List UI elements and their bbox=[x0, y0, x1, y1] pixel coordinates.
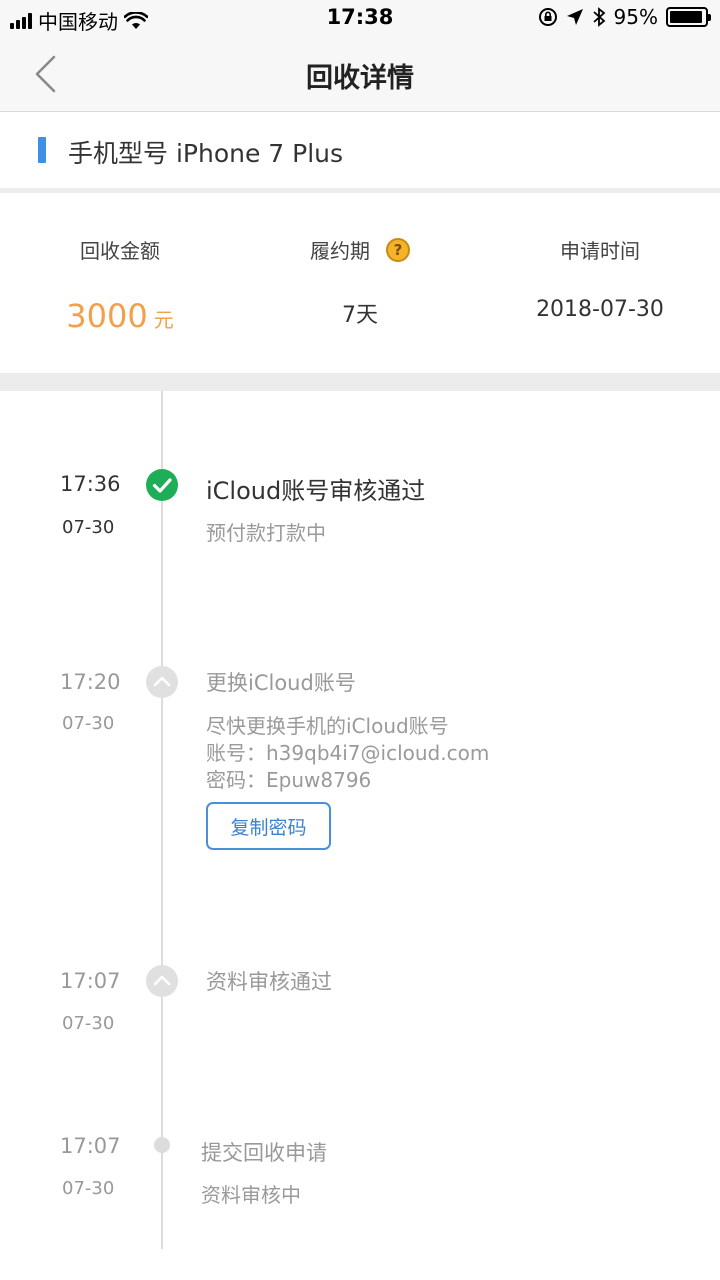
amount-label: 回收金额 bbox=[80, 239, 160, 263]
orientation-lock-icon bbox=[538, 8, 557, 26]
chevron-up-circle-icon bbox=[146, 666, 178, 698]
timeline-date: 07-30 bbox=[62, 1013, 115, 1034]
amount-value: 3000 bbox=[66, 297, 148, 335]
period-label-wrap: 履约期 ? bbox=[240, 235, 480, 264]
timeline-date: 07-30 bbox=[62, 1178, 115, 1199]
model-text: 手机型号 iPhone 7 Plus bbox=[68, 139, 344, 168]
timeline-time: 17:07 bbox=[60, 1134, 121, 1158]
battery-level bbox=[670, 11, 703, 23]
model-row: 手机型号 iPhone 7 Plus bbox=[0, 112, 720, 188]
question-circle-icon[interactable]: ? bbox=[386, 237, 410, 262]
apply-column: 申请时间 2018-07-30 bbox=[480, 193, 720, 373]
timeline-title: 资料审核通过 bbox=[206, 970, 332, 994]
nav-bar: 回收详情 bbox=[0, 36, 720, 112]
timeline-time: 17:20 bbox=[60, 670, 121, 694]
chevron-up-circle-icon bbox=[146, 965, 178, 997]
amount-unit: 元 bbox=[153, 308, 174, 332]
apply-value: 2018-07-30 bbox=[536, 297, 664, 322]
amount-value-wrap: 3000 元 bbox=[0, 297, 240, 335]
apply-label: 申请时间 bbox=[560, 239, 640, 263]
timeline-time: 17:36 bbox=[60, 472, 121, 496]
timeline-date: 07-30 bbox=[62, 713, 115, 734]
period-value: 7天 bbox=[342, 303, 378, 328]
timeline-time: 17:07 bbox=[60, 969, 121, 993]
timeline-title: iCloud账号审核通过 bbox=[206, 477, 426, 505]
period-label: 履约期 bbox=[310, 239, 370, 263]
model-accent-bar bbox=[38, 137, 46, 163]
status-bar: 中国移动 17:38 95% bbox=[0, 0, 720, 36]
location-icon bbox=[566, 9, 583, 25]
timeline-subtitle: 尽快更换手机的iCloud账号 bbox=[206, 714, 449, 738]
timeline-title: 更换iCloud账号 bbox=[206, 671, 356, 695]
copy-password-button[interactable]: 复制密码 bbox=[206, 802, 331, 850]
battery-icon bbox=[666, 7, 711, 27]
summary-section: 回收金额 3000 元 履约期 ? 7天 申请时间 2018-07-30 bbox=[0, 193, 720, 373]
timeline-subtitle: 预付款打款中 bbox=[206, 521, 326, 545]
timeline: 17:36 07-30 iCloud账号审核通过 预付款打款中 17:20 07… bbox=[0, 391, 720, 1280]
status-right: 95% bbox=[538, 5, 711, 29]
period-column: 履约期 ? 7天 bbox=[240, 193, 480, 373]
dot-icon bbox=[154, 1137, 170, 1153]
timeline-title: 提交回收申请 bbox=[201, 1141, 327, 1165]
check-circle-icon bbox=[146, 469, 178, 501]
timeline-line bbox=[161, 391, 163, 1249]
password-line: 密码：Epuw8796 bbox=[206, 768, 372, 792]
amount-column: 回收金额 3000 元 bbox=[0, 193, 240, 373]
timeline-date: 07-30 bbox=[62, 517, 115, 538]
page-title: 回收详情 bbox=[306, 63, 414, 94]
section-divider bbox=[0, 373, 720, 391]
account-line: 账号：h39qb4i7@icloud.com bbox=[206, 741, 490, 765]
timeline-subtitle: 资料审核中 bbox=[201, 1183, 301, 1207]
battery-percent: 95% bbox=[613, 5, 658, 29]
bluetooth-icon bbox=[592, 7, 605, 27]
